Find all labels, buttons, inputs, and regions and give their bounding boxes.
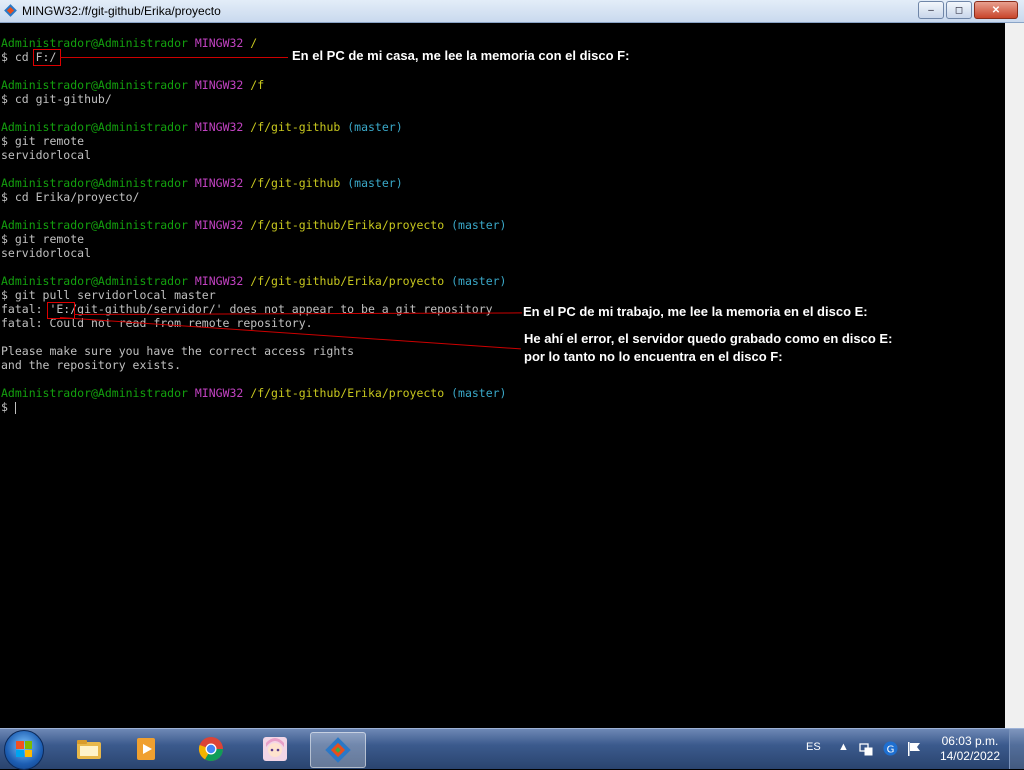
prompt-path: /f/git-github — [250, 120, 341, 134]
prompt-path: /f — [250, 78, 265, 92]
annotation-error-note-1: He ahí el error, el servidor quedo graba… — [524, 331, 893, 346]
maximize-button[interactable]: ◻ — [946, 1, 972, 19]
annotation-home-note: En el PC de mi casa, me lee la memoria c… — [292, 48, 630, 63]
prompt-env: MINGW32 — [194, 274, 244, 288]
annotation-error-note-2: por lo tanto no lo encuentra en el disco… — [524, 349, 783, 364]
action-center-flag-icon[interactable] — [906, 741, 922, 757]
prompt-user: Administrador@Administrador — [1, 176, 188, 190]
prompt-path: /f/git-github/Erika/proyecto — [250, 386, 445, 400]
prompt-user: Administrador@Administrador — [1, 274, 188, 288]
prompt-path: / — [250, 36, 258, 50]
input-prompt-line: $ — [1, 400, 506, 414]
prompt-env: MINGW32 — [194, 78, 244, 92]
taskbar-file-explorer[interactable] — [62, 732, 116, 766]
clock-date: 14/02/2022 — [939, 749, 1000, 763]
output-line: Please make sure you have the correct ac… — [1, 344, 355, 358]
file-explorer-icon — [77, 740, 101, 759]
chrome-icon — [198, 737, 223, 762]
terminal-area[interactable]: Administrador@Administrador MINGW32 / $ c… — [0, 23, 1004, 728]
prompt-env: MINGW32 — [194, 36, 244, 50]
windows-logo-icon — [16, 741, 32, 757]
prompt-branch: (master) — [451, 274, 507, 288]
git-bash-icon — [325, 737, 351, 763]
clock-time: 06:03 p.m. — [941, 734, 999, 748]
prompt-env: MINGW32 — [194, 176, 244, 190]
prompt-path: /f/git-github/Erika/proyecto — [250, 274, 445, 288]
window-titlebar[interactable]: MINGW32:/f/git-github/Erika/proyecto – ◻… — [0, 0, 1024, 23]
prompt-env: MINGW32 — [194, 218, 244, 232]
prompt-branch: (master) — [347, 176, 403, 190]
network-icon[interactable] — [858, 741, 874, 757]
prompt-line: Administrador@Administrador MINGW32 /f/g… — [1, 218, 506, 232]
language-indicator[interactable]: ES — [806, 741, 821, 753]
command-line: $ cd git-github/ — [1, 92, 112, 106]
prompt-path: /f/git-github/Erika/proyecto — [250, 218, 445, 232]
annotation-line-home — [60, 57, 288, 58]
close-button[interactable]: ✕ — [974, 1, 1018, 19]
prompt-branch: (master) — [347, 120, 403, 134]
prompt-user: Administrador@Administrador — [1, 386, 188, 400]
output-line: servidorlocal — [1, 246, 92, 260]
prompt-line: Administrador@Administrador MINGW32 /f — [1, 78, 506, 92]
prompt-path: /f/git-github — [250, 176, 341, 190]
highlight-box-f-drive — [33, 49, 61, 66]
terminal-output: Administrador@Administrador MINGW32 / $ c… — [1, 36, 506, 414]
prompt-line: Administrador@Administrador MINGW32 /f/g… — [1, 274, 506, 288]
prompt-user: Administrador@Administrador — [1, 218, 188, 232]
prompt-line: Administrador@Administrador MINGW32 /f/g… — [1, 120, 506, 134]
command-line: $ cd Erika/proyecto/ — [1, 190, 140, 204]
system-clock[interactable]: 06:03 p.m. 14/02/2022 — [940, 734, 1000, 764]
output-line: servidorlocal — [1, 148, 92, 162]
minimize-button[interactable]: – — [918, 1, 944, 19]
prompt-env: MINGW32 — [194, 386, 244, 400]
prompt-line: Administrador@Administrador MINGW32 /f/g… — [1, 176, 506, 190]
vertical-scrollbar[interactable] — [1005, 23, 1024, 728]
svg-text:G: G — [887, 745, 895, 756]
taskbar-app-avatar[interactable] — [248, 732, 302, 766]
prompt-user: Administrador@Administrador — [1, 120, 188, 134]
output-line: and the repository exists. — [1, 358, 182, 372]
taskbar: ES ▲ G 06:03 p.m. 14/02/2022 — [0, 728, 1024, 770]
text-cursor — [14, 401, 16, 414]
taskbar-chrome[interactable] — [184, 732, 238, 766]
show-desktop-button[interactable] — [1009, 729, 1024, 769]
taskbar-git-bash[interactable] — [310, 732, 366, 768]
command-line: $ git remote — [1, 232, 85, 246]
prompt-line: Administrador@Administrador MINGW32 /f/g… — [1, 386, 506, 400]
prompt-user: Administrador@Administrador — [1, 78, 188, 92]
annotation-work-note: En el PC de mi trabajo, me lee la memori… — [523, 304, 868, 319]
window-title: MINGW32:/f/git-github/Erika/proyecto — [22, 4, 221, 18]
command-line: $ git pull servidorlocal master — [1, 288, 216, 302]
prompt-user: Administrador@Administrador — [1, 36, 188, 50]
start-button[interactable] — [4, 730, 44, 770]
prompt-branch: (master) — [451, 386, 507, 400]
update-icon[interactable]: G — [882, 740, 899, 757]
prompt-env: MINGW32 — [194, 120, 244, 134]
taskbar-media-player[interactable] — [120, 732, 174, 766]
show-hidden-icons-icon[interactable]: ▲ — [838, 741, 849, 753]
prompt-branch: (master) — [451, 218, 507, 232]
command-line: $ git remote — [1, 134, 85, 148]
media-player-icon — [137, 738, 155, 760]
anime-avatar-icon — [263, 737, 287, 761]
git-bash-icon — [4, 4, 17, 17]
input-prompt: $ — [1, 400, 15, 414]
